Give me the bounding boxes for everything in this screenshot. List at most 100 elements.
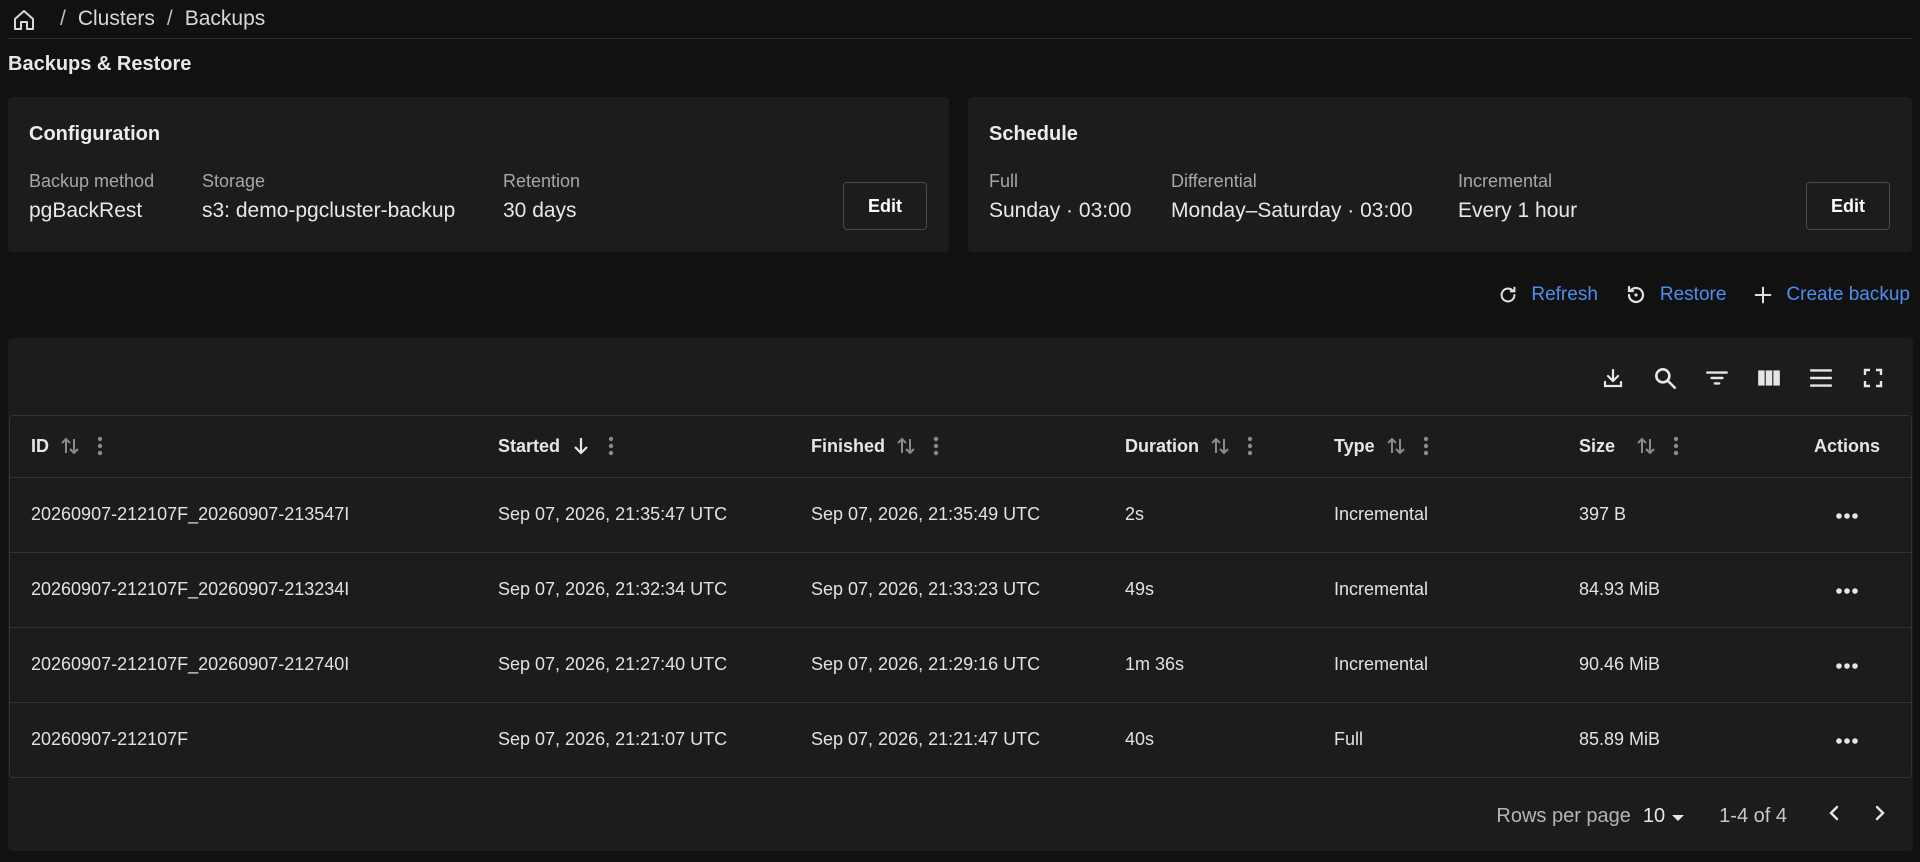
field-label: Incremental [1458, 171, 1553, 191]
configuration-card: Configuration Backup method pgBackRest S… [8, 97, 949, 252]
more-horizontal-icon[interactable] [1835, 512, 1859, 520]
pager-controls [1825, 803, 1889, 829]
row-actions-cell [1783, 702, 1911, 777]
field-label: Retention [503, 171, 581, 191]
row-actions-cell [1783, 627, 1911, 703]
backups-table-panel: ID Started Finished Duration Type Size A… [8, 338, 1913, 851]
filter-icon[interactable] [1703, 364, 1731, 392]
column-menu-icon[interactable] [1673, 436, 1679, 456]
page-title: Backups & Restore [8, 53, 192, 75]
column-header-size[interactable]: Size [1579, 416, 1783, 478]
schedule-fields: Full Sunday · 03:00 Differential Monday–… [989, 171, 1891, 223]
column-label: Duration [1125, 435, 1199, 456]
column-label: ID [31, 435, 49, 456]
sort-icon[interactable] [1637, 436, 1655, 456]
field-value: Every 1 hour [1458, 199, 1578, 222]
column-header-type[interactable]: Type [1334, 416, 1579, 478]
backup-method-field: Backup method pgBackRest [29, 171, 202, 223]
breadcrumb-backups: Backups [184, 7, 266, 30]
refresh-button[interactable]: Refresh [1497, 284, 1598, 306]
finished-cell: Sep 07, 2026, 21:21:47 UTC [811, 729, 1041, 750]
column-menu-icon[interactable] [1247, 436, 1253, 456]
type-cell: Incremental [1334, 477, 1579, 553]
size-cell: 397 B [1579, 477, 1783, 553]
configuration-fields: Backup method pgBackRest Storage s3: dem… [29, 171, 928, 223]
backups-table: ID Started Finished Duration Type Size A… [9, 415, 1912, 778]
column-header-started[interactable]: Started [498, 416, 811, 478]
caret-down-icon [1671, 805, 1685, 828]
chevron-left-icon[interactable] [1825, 803, 1845, 829]
create-backup-button[interactable]: Create backup [1752, 284, 1910, 306]
chevron-right-icon[interactable] [1869, 803, 1889, 829]
column-label: Finished [811, 435, 886, 456]
fullscreen-icon[interactable] [1859, 364, 1887, 392]
column-menu-icon[interactable] [97, 436, 103, 456]
breadcrumb: / Clusters / Backups [8, 0, 1912, 39]
column-header-actions: Actions [1783, 416, 1911, 478]
field-value: 30 days [503, 199, 577, 222]
column-header-id[interactable]: ID [10, 416, 498, 478]
field-value: pgBackRest [29, 199, 143, 222]
duration-cell: 1m 36s [1125, 627, 1334, 703]
table-row[interactable]: 20260907-212107F_20260907-213234I Sep 07… [10, 552, 1911, 628]
incremental-schedule-field: Incremental Every 1 hour [1458, 171, 1577, 223]
sort-icon[interactable] [1211, 436, 1229, 456]
field-value: Sunday · 03:00 [989, 199, 1132, 222]
breadcrumb-clusters[interactable]: Clusters [78, 7, 155, 31]
more-horizontal-icon[interactable] [1835, 662, 1859, 670]
edit-configuration-button[interactable]: Edit [843, 182, 927, 230]
type-cell: Incremental [1334, 552, 1579, 628]
sort-descending-icon[interactable] [572, 436, 590, 456]
finished-cell: Sep 07, 2026, 21:29:16 UTC [811, 627, 1125, 703]
row-actions-cell [1783, 552, 1911, 628]
table-row[interactable]: 20260907-212107F_20260907-213547I Sep 07… [10, 477, 1911, 553]
sort-icon[interactable] [1386, 436, 1405, 456]
type-cell: Incremental [1334, 627, 1579, 703]
sort-icon[interactable] [61, 436, 79, 456]
table-pagination: Rows per page 10 1-4 of 4 [8, 778, 1913, 854]
restore-button[interactable]: Restore [1624, 283, 1726, 307]
rows-per-page-value: 10 [1642, 804, 1666, 827]
retention-field: Retention 30 days [503, 171, 580, 223]
table-row[interactable]: 20260907-212107F Sep 07, 2026, 21:21:07 … [10, 702, 1911, 777]
density-icon[interactable] [1807, 364, 1835, 392]
breadcrumb-separator: / [60, 7, 66, 30]
column-header-finished[interactable]: Finished [811, 416, 1125, 478]
type-cell: Full [1334, 729, 1364, 750]
edit-schedule-button[interactable]: Edit [1806, 182, 1890, 230]
started-cell: Sep 07, 2026, 21:27:40 UTC [498, 627, 811, 703]
table-header-row: ID Started Finished Duration Type Size A… [10, 416, 1911, 478]
table-row[interactable]: 20260907-212107F_20260907-212740I Sep 07… [10, 627, 1911, 703]
started-cell: Sep 07, 2026, 21:21:07 UTC [498, 729, 728, 750]
column-label: Size [1579, 435, 1616, 456]
create-backup-label: Create backup [1786, 284, 1910, 305]
column-menu-icon[interactable] [1423, 436, 1429, 456]
started-cell: Sep 07, 2026, 21:35:47 UTC [498, 477, 811, 553]
more-horizontal-icon[interactable] [1835, 737, 1859, 745]
more-horizontal-icon[interactable] [1835, 587, 1859, 595]
column-header-duration[interactable]: Duration [1125, 416, 1334, 478]
column-menu-icon[interactable] [608, 436, 614, 456]
backup-id-cell: 20260907-212107F_20260907-213234I [10, 552, 498, 628]
rows-per-page-select[interactable]: 10 [1643, 805, 1685, 828]
table-toolbar [8, 338, 1913, 415]
home-icon[interactable] [12, 8, 36, 32]
field-value: s3: demo-pgcluster-backup [202, 199, 456, 222]
started-cell: Sep 07, 2026, 21:32:34 UTC [498, 552, 811, 628]
sort-icon[interactable] [897, 436, 915, 456]
column-menu-icon[interactable] [933, 436, 939, 456]
refresh-label: Refresh [1531, 284, 1598, 305]
field-label: Differential [1171, 171, 1257, 191]
differential-schedule-field: Differential Monday–Saturday · 03:00 [1171, 171, 1458, 223]
download-icon[interactable] [1599, 364, 1627, 392]
field-label: Storage [202, 171, 266, 191]
duration-cell: 49s [1125, 552, 1334, 628]
backup-actions: Refresh Restore Create backup [8, 252, 1912, 338]
search-icon[interactable] [1651, 364, 1679, 392]
field-label: Full [989, 171, 1019, 191]
plus-icon [1752, 284, 1774, 306]
settings-cards: Configuration Backup method pgBackRest S… [8, 97, 1912, 252]
columns-icon[interactable] [1755, 364, 1783, 392]
schedule-card: Schedule Full Sunday · 03:00 Differentia… [968, 97, 1912, 252]
column-label: Started [498, 435, 561, 456]
